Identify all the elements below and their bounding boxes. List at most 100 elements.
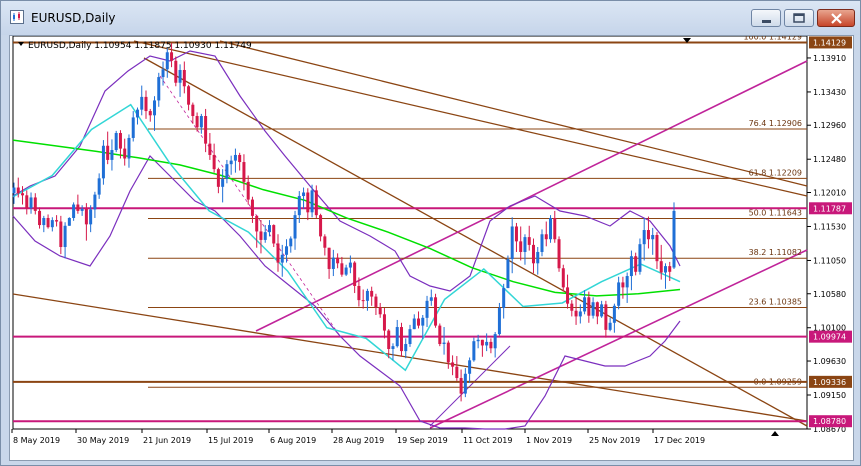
candle-body [357,285,361,301]
candle-body [663,266,667,273]
candle-body [395,327,399,347]
chart-header: EURUSD,Daily 1.10954 1.11875 1.10930 1.1… [28,41,252,51]
candle-body [497,307,501,335]
chart-end-marker-icon[interactable] [771,431,779,436]
candle-body [110,150,114,160]
candle-body [21,193,25,196]
candle-body [468,360,472,374]
x-tick-label: 15 Jul 2019 [208,436,253,445]
window-titlebar[interactable]: EURUSD,Daily [1,1,860,35]
candle-body [310,190,314,213]
candle-body [417,318,421,326]
candle-body [578,311,582,317]
x-tick-label: 6 Aug 2019 [270,436,316,445]
minimize-button[interactable] [751,9,781,27]
candle-body [106,145,110,160]
candle-body [421,317,425,326]
fib-level-label: 76.4 1.12906 [749,119,802,128]
candle-body [144,96,148,112]
candle-body [340,263,344,275]
candle-body [314,190,318,216]
price-level-tag-label: 1.09974 [813,333,846,342]
candle-body [280,254,284,263]
candle-body [289,238,293,247]
candle-body [327,247,331,269]
candle-body [544,234,548,240]
symbol-menu-arrow-icon[interactable] [18,42,24,46]
x-tick-label: 11 Oct 2019 [463,436,512,445]
price-level-tag-label: 1.09336 [813,378,846,387]
candle-body [634,256,638,272]
price-chart[interactable]: 100.0 1.14129 76.4 1.12906 61.8 1.12209 50.… [10,36,853,460]
candle-body [72,204,76,218]
price-level-tag-label: 1.14129 [813,38,846,47]
candle-body [514,226,518,242]
trendline-top [219,40,808,187]
candle-body [574,310,578,317]
candle-body [161,69,165,78]
candle-body [399,327,403,352]
candle-body [89,209,93,225]
candle-body [157,77,161,101]
window-title: EURUSD,Daily [31,11,116,25]
candle-body [59,221,63,248]
candle-body [531,244,535,264]
candle-body [302,192,306,197]
x-tick-label: 17 Dec 2019 [654,436,705,445]
candle-body [174,60,178,83]
candle-body [199,116,203,128]
candle-body [331,257,335,269]
candle-body [80,208,84,211]
x-tick-label: 1 Nov 2019 [526,436,572,445]
candle-body [476,339,480,342]
candle-body [425,300,429,318]
candle-body [255,215,259,232]
candle-body [208,143,212,155]
candle-body [148,111,152,116]
candle-body [455,366,459,379]
candle-body [549,217,553,240]
candle-body [442,342,446,345]
candle-body [170,52,174,61]
chart-area[interactable]: 100.0 1.14129 76.4 1.12906 61.8 1.12209 50.… [9,35,854,461]
candle-body [238,154,242,163]
plot-frame [12,36,808,430]
candle-body [600,304,604,317]
candle-body [536,251,540,264]
candle-body [472,341,476,361]
candle-body [38,210,42,226]
candle-body [263,232,267,240]
candle-body [42,217,46,226]
candle-body [655,234,659,262]
candle-body [67,217,71,226]
y-tick-label: 1.12960 [813,121,846,130]
trendline-lower [12,293,808,422]
candle-body [293,215,297,239]
candle-body [540,234,544,252]
candle-body [553,217,557,240]
candle-body [233,154,237,161]
close-button[interactable] [817,9,855,27]
candle-body [204,116,208,144]
candle-body [187,86,191,105]
candle-body [225,164,229,180]
x-tick-label: 25 Nov 2019 [589,436,640,445]
candle-body [118,133,122,149]
candle-body [336,257,340,264]
candle-body [76,204,80,211]
candle-body [583,297,587,312]
candle-body [250,199,254,216]
candle-body [229,160,233,165]
x-tick-label: 28 Aug 2019 [333,436,384,445]
maximize-button[interactable] [784,9,814,27]
candle-body [668,266,672,272]
candle-body [285,246,289,255]
ma-20-line [12,103,681,372]
trendline-upper [133,40,808,197]
candle-body [97,178,101,195]
candle-body [221,179,225,187]
y-tick-label: 1.09630 [813,357,846,366]
candle-body [46,217,50,228]
candle-body [131,117,135,138]
candle-body [259,231,263,240]
